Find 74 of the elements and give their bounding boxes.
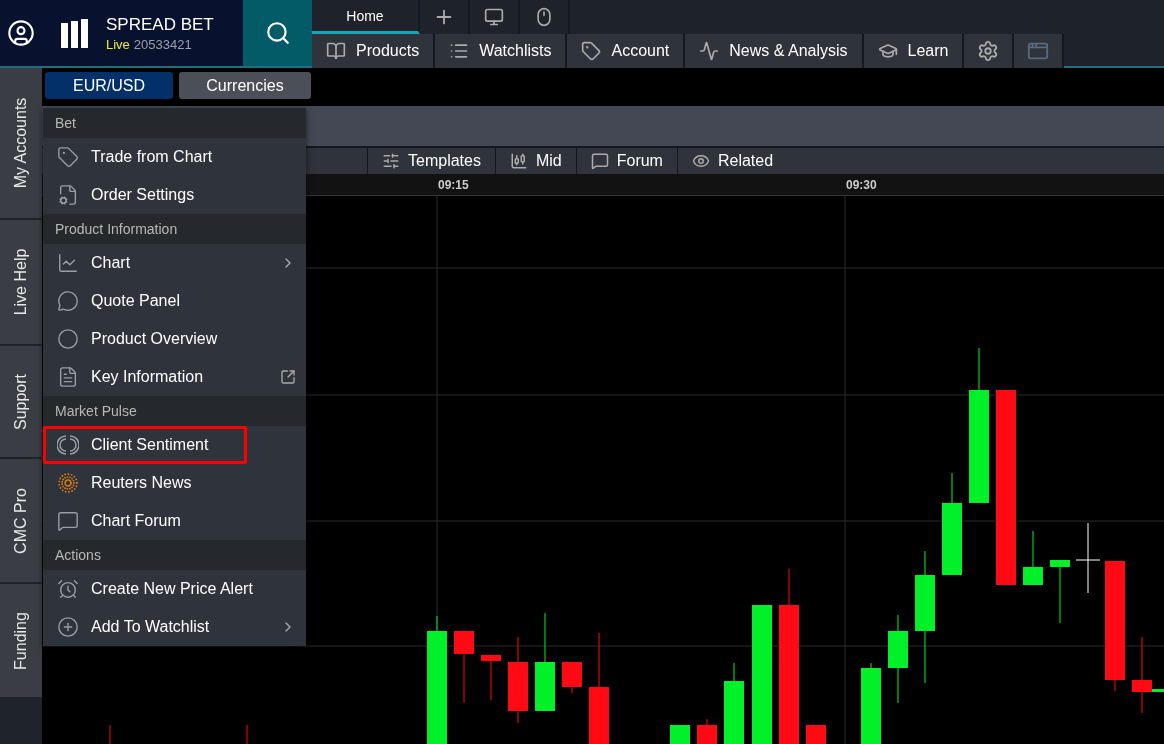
menu-section-title: Actions [43, 540, 306, 570]
side-tab[interactable]: Live Help [0, 220, 42, 346]
menu-item[interactable]: Product Overview [43, 320, 306, 358]
time-label: 09:15 [438, 178, 469, 192]
window-icon [1027, 40, 1050, 62]
candlestick-icon [509, 152, 528, 170]
settings-button[interactable] [964, 34, 1015, 68]
tag-icon [581, 41, 602, 61]
candle [1050, 559, 1070, 624]
plus-circle-icon [57, 616, 79, 638]
nav-button[interactable]: Products [312, 34, 436, 68]
quote-bubble-icon [57, 290, 79, 312]
side-tab[interactable]: Funding [0, 584, 42, 699]
side-tab[interactable]: CMC Pro [0, 459, 42, 584]
graduation-cap-icon [877, 41, 898, 61]
menu-item[interactable]: Chart [43, 244, 306, 282]
speech-bubble-icon [590, 152, 609, 170]
book-icon [326, 41, 346, 61]
time-label: 09:30 [846, 178, 877, 192]
user-avatar-icon[interactable] [7, 19, 35, 47]
sentiment-circle-icon [57, 434, 79, 456]
candle-wick [109, 724, 111, 744]
circle-icon [57, 328, 79, 350]
menu-section-title: Product Information [43, 214, 306, 244]
candle [697, 718, 717, 744]
menu-item[interactable]: Key Information [43, 358, 306, 396]
document-gear-icon [57, 184, 79, 206]
mouse-icon [534, 7, 554, 27]
candle-wick [246, 724, 248, 744]
candle [481, 654, 501, 701]
candle [806, 724, 826, 744]
list-icon [449, 41, 470, 61]
logo-icon [60, 18, 90, 48]
settings-icon [977, 40, 1000, 62]
menu-item[interactable]: Order Settings [43, 176, 306, 214]
line-chart-icon [57, 252, 79, 274]
candle [1023, 530, 1043, 586]
side-tab[interactable]: My Accounts [0, 68, 42, 220]
menu-item[interactable]: Trade from Chart [43, 138, 306, 176]
candle [562, 661, 582, 694]
brand-name: SPREAD BET [106, 14, 214, 35]
pulse-icon [699, 41, 720, 61]
search-button[interactable] [243, 0, 312, 66]
symbol-button[interactable]: EUR/USD [45, 72, 173, 99]
nav-button[interactable]: News & Analysis [685, 34, 864, 68]
menu-item[interactable]: Reuters News [43, 464, 306, 502]
window-button[interactable] [1014, 34, 1065, 68]
info-document-icon [57, 366, 79, 388]
menu-section-title: Bet [43, 108, 306, 138]
menu-item[interactable]: Create New Price Alert [43, 570, 306, 608]
monitor-icon [484, 7, 504, 27]
dotted-circle-icon [57, 472, 79, 494]
side-tab[interactable]: Support [0, 346, 42, 459]
menu-section-title: Market Pulse [43, 396, 306, 426]
category-button[interactable]: Currencies [179, 72, 311, 99]
nav-button[interactable]: Watchlists [435, 34, 568, 68]
account-mode: Live [106, 36, 130, 52]
account-number: 20533421 [133, 36, 192, 52]
menu-item[interactable]: Client Sentiment [43, 426, 247, 464]
eye-icon [691, 152, 710, 170]
tag-icon [57, 146, 79, 168]
crosshair-cursor [1075, 522, 1101, 594]
external-link-icon [280, 369, 296, 385]
sliders-icon [382, 152, 400, 170]
home-tab[interactable]: Home [312, 0, 420, 34]
alarm-clock-icon [57, 578, 79, 600]
menu-item[interactable]: Quote Panel [43, 282, 306, 320]
menu-item[interactable]: Chart Forum [43, 502, 306, 540]
speech-bubble-icon [57, 510, 79, 532]
search-icon [264, 20, 291, 46]
nav-button[interactable]: Learn [863, 34, 965, 68]
nav-button[interactable]: Account [567, 34, 686, 68]
menu-item[interactable]: Add To Watchlist [43, 608, 306, 646]
candle [670, 724, 690, 744]
